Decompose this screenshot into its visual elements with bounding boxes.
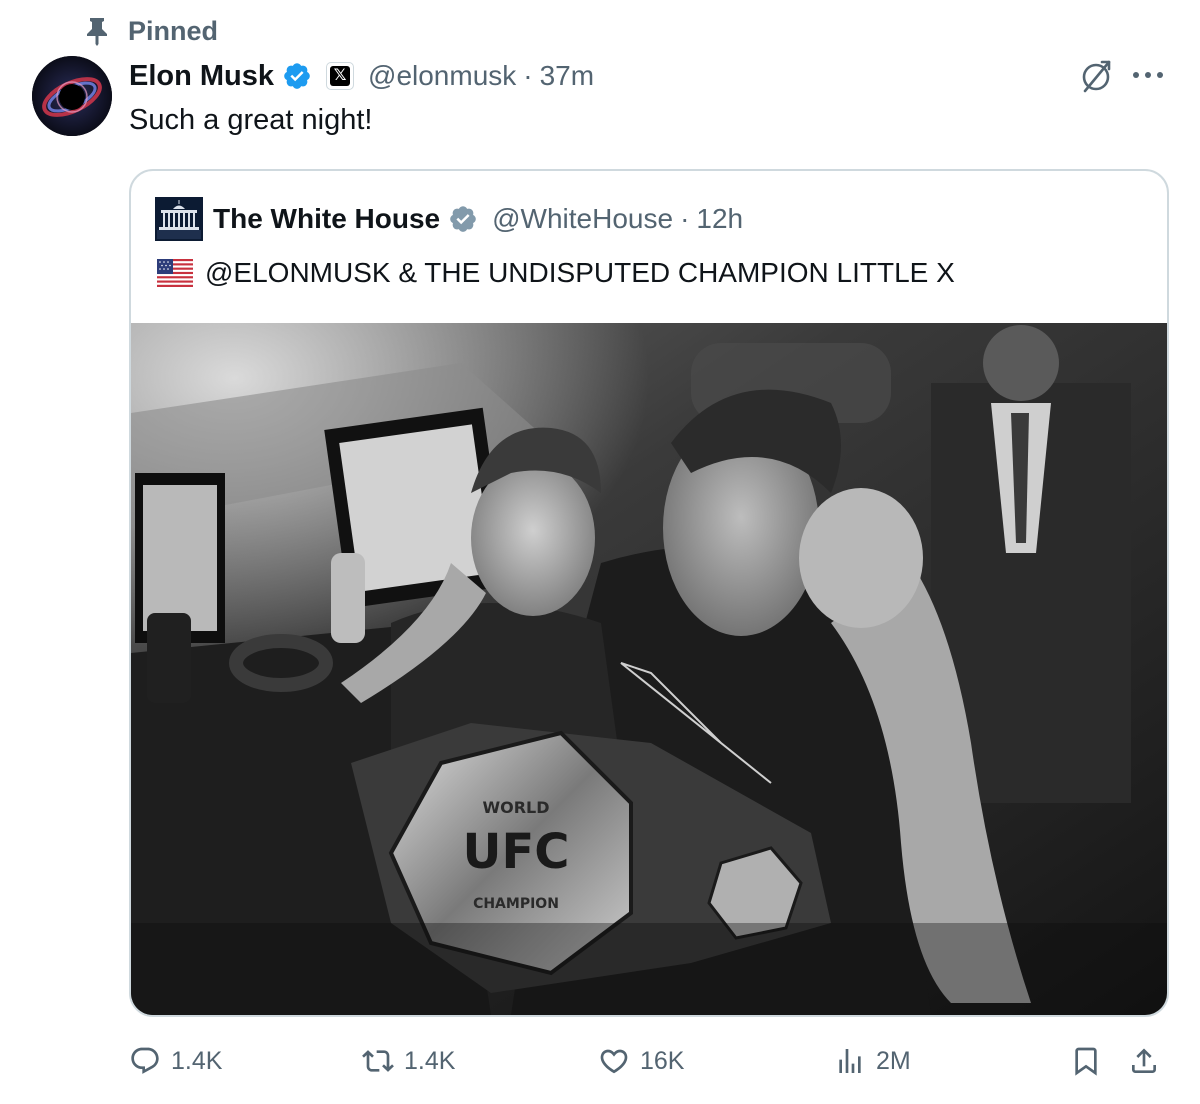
reply-count: 1.4K [171, 1046, 223, 1075]
views-count: 2M [876, 1046, 911, 1075]
post-actions: 1.4K 1.4K 16K 2M [0, 1036, 1200, 1086]
reply-button[interactable]: 1.4K [129, 1036, 222, 1086]
avatar-image [32, 56, 112, 136]
pin-icon [87, 18, 107, 46]
post-text: Such a great night! [129, 104, 373, 136]
quoted-author-name[interactable]: The White House [213, 203, 440, 235]
views-button[interactable]: 2M [834, 1036, 911, 1086]
repost-button[interactable]: 1.4K [362, 1036, 455, 1086]
white-house-logo-icon[interactable] [155, 197, 203, 241]
x-logo-icon: 𝕏 [330, 66, 351, 86]
author-handle[interactable]: @elonmusk [368, 60, 516, 92]
like-button[interactable]: 16K [598, 1036, 684, 1086]
post-timestamp[interactable]: 37m [540, 60, 594, 92]
quoted-text-row: @ELONMUSK & THE UNDISPUTED CHAMPION LITT… [157, 253, 955, 293]
repost-count: 1.4K [404, 1046, 456, 1075]
reply-icon [131, 1047, 159, 1074]
author-name[interactable]: Elon Musk [129, 60, 274, 93]
quoted-post-header: The White House @WhiteHouse · 12h [155, 197, 743, 241]
photo-canvas: WORLD UFC CHAMPION [131, 323, 1167, 1015]
grok-icon[interactable] [1080, 58, 1114, 94]
views-chart-icon [839, 1049, 861, 1073]
pinned-indicator: Pinned [84, 14, 218, 48]
share-icon [1132, 1048, 1156, 1073]
share-button[interactable] [1128, 1036, 1160, 1086]
post-header: Elon Musk 𝕏 @elonmusk · 37m [129, 54, 594, 98]
us-flag-icon [157, 259, 193, 287]
affiliate-badge[interactable]: 𝕏 [326, 62, 355, 90]
belt-champion-text: CHAMPION [473, 896, 559, 912]
quoted-post-text: @ELONMUSK & THE UNDISPUTED CHAMPION LITT… [205, 257, 955, 288]
quoted-post-card[interactable]: The White House @WhiteHouse · 12h @ELONM… [129, 169, 1169, 1017]
separator-dot: · [523, 60, 533, 91]
verified-badge-icon[interactable] [282, 61, 312, 91]
like-count: 16K [640, 1046, 685, 1075]
quoted-separator-dot: · [680, 203, 690, 234]
pinned-label: Pinned [128, 15, 219, 46]
belt-ufc-text: UFC [463, 824, 570, 880]
belt-world-text: WORLD [482, 798, 549, 817]
bookmark-button[interactable] [1070, 1036, 1102, 1086]
quoted-post-photo[interactable]: WORLD UFC CHAMPION [131, 323, 1167, 1015]
avatar[interactable] [32, 56, 112, 136]
repost-icon [362, 1050, 394, 1072]
quoted-timestamp[interactable]: 12h [696, 203, 743, 235]
more-options-icon[interactable] [1130, 60, 1166, 90]
quoted-author-handle[interactable]: @WhiteHouse [492, 203, 673, 235]
heart-icon [600, 1049, 628, 1074]
government-badge-icon[interactable] [448, 204, 478, 234]
bookmark-icon [1075, 1047, 1097, 1076]
